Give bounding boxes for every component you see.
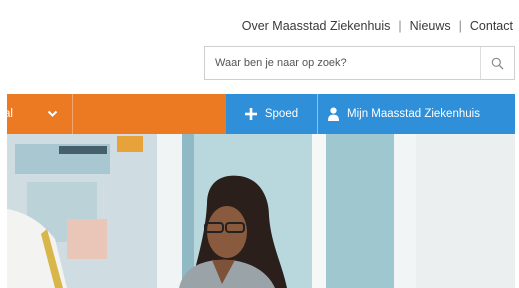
spoed-button[interactable]: Spoed <box>226 94 318 134</box>
nav-orange-section: al <box>4 94 226 134</box>
separator: | <box>398 19 402 33</box>
search-input[interactable] <box>205 47 480 79</box>
mijn-maasstad-label: Mijn Maasstad Ziekenhuis <box>347 108 480 120</box>
spoed-label: Spoed <box>264 108 299 120</box>
search-box <box>204 46 515 80</box>
hero-image <box>7 134 515 288</box>
search-button[interactable] <box>480 47 514 79</box>
link-nieuws[interactable]: Nieuws <box>410 19 451 33</box>
mijn-maasstad-button[interactable]: Mijn Maasstad Ziekenhuis <box>318 94 490 134</box>
search-icon <box>491 57 504 69</box>
nav-item-dropdown[interactable]: al <box>4 94 73 134</box>
plus-icon <box>244 108 257 120</box>
main-navigation: al Spoed Mijn Maasstad Ziekenhuis <box>4 94 515 134</box>
top-links: Over Maasstad Ziekenhuis | Nieuws | Cont… <box>242 17 513 35</box>
link-contact[interactable]: Contact <box>470 19 513 33</box>
nav-item-label: al <box>4 108 13 120</box>
hero-photo <box>7 134 515 288</box>
person-icon <box>328 107 339 121</box>
nav-blue-section: Spoed Mijn Maasstad Ziekenhuis <box>226 94 515 134</box>
chevron-down-icon <box>47 110 58 117</box>
link-over-maasstad[interactable]: Over Maasstad Ziekenhuis <box>242 19 391 33</box>
separator: | <box>458 19 462 33</box>
